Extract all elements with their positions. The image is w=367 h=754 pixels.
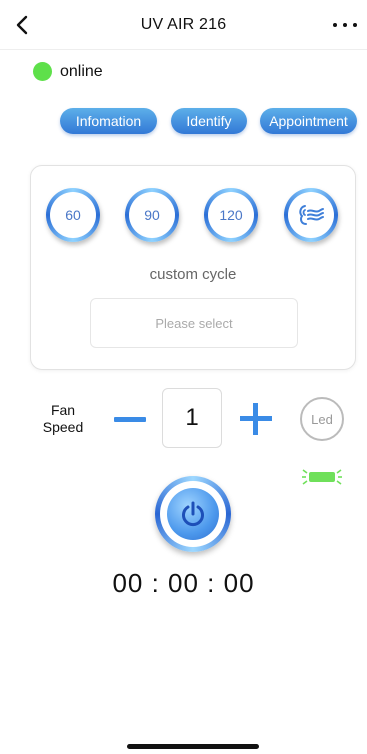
- information-button[interactable]: Infomation: [60, 108, 157, 134]
- cycle-select[interactable]: Please select: [90, 298, 298, 348]
- cycle-60-label: 60: [50, 192, 96, 238]
- page-title: UV AIR 216: [140, 15, 227, 33]
- countdown-timer: 00 : 00 : 00: [112, 568, 255, 598]
- fan-speed-value: 1: [162, 388, 222, 448]
- cycle-card: 60 90 120 custom cycle Please select: [30, 165, 356, 370]
- more-dots-icon: [333, 23, 337, 27]
- led-button[interactable]: Led: [300, 397, 344, 441]
- cycle-120-label: 120: [208, 192, 254, 238]
- decrease-speed-button[interactable]: [114, 405, 146, 435]
- home-indicator: [127, 744, 259, 749]
- timer-seconds: 00: [223, 568, 255, 598]
- cycle-90-label: 90: [129, 192, 175, 238]
- fan-mode-button[interactable]: [284, 188, 338, 242]
- increase-speed-button[interactable]: [240, 403, 272, 435]
- more-button[interactable]: [333, 14, 357, 36]
- power-button[interactable]: [155, 476, 231, 552]
- power-icon: [182, 501, 204, 527]
- status-label: online: [60, 62, 103, 80]
- led-indicator: [300, 466, 344, 488]
- timer-minutes: 00: [168, 568, 199, 598]
- action-tabs: Infomation Identify Appointment: [0, 108, 367, 136]
- led-glow-icon: [302, 469, 342, 485]
- chevron-left-icon: [16, 15, 28, 35]
- fan-speed-label: Fan Speed: [42, 402, 84, 435]
- custom-cycle-label: custom cycle: [149, 266, 237, 283]
- online-status-dot: [33, 62, 52, 81]
- timer-hours: 00: [112, 568, 144, 598]
- cycle-60-button[interactable]: 60: [46, 188, 100, 242]
- device-status: online: [33, 62, 103, 81]
- cycle-90-button[interactable]: 90: [125, 188, 179, 242]
- appointment-button[interactable]: Appointment: [260, 108, 357, 134]
- back-button[interactable]: [12, 14, 34, 36]
- fan-wind-icon: [299, 205, 324, 225]
- identify-button[interactable]: Identify: [171, 108, 247, 134]
- nav-bar: UV AIR 216: [0, 0, 367, 50]
- cycle-120-button[interactable]: 120: [204, 188, 258, 242]
